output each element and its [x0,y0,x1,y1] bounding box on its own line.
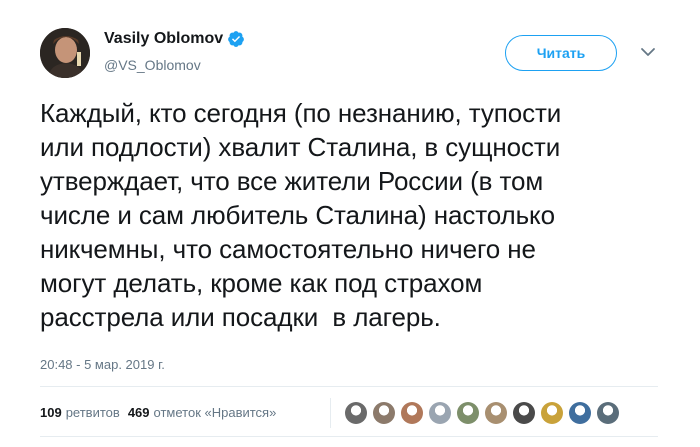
liker-avatar[interactable] [429,402,451,424]
liker-avatar[interactable] [569,402,591,424]
divider-top [40,386,658,387]
retweets-count: 109 [40,405,62,420]
retweets-stat[interactable]: 109 ретвитов [40,405,120,420]
divider-bottom [40,436,658,437]
likes-count: 469 [127,405,150,420]
chevron-down-icon[interactable] [640,46,656,58]
engagement-stats: 109 ретвитов 469 отметок «Нравится» [40,405,284,420]
retweets-label: ретвитов [65,405,120,420]
likes-label: отметок «Нравится» [153,405,277,420]
tweet-text: Каждый, кто сегодня (по незнанию, тупост… [40,98,562,332]
liker-avatar[interactable] [485,402,507,424]
liker-avatar[interactable] [345,402,367,424]
liker-avatars [345,402,625,424]
tweet-timestamp[interactable]: 20:48 - 5 мар. 2019 г. [40,357,165,372]
author-name[interactable]: Vasily Oblomov [104,30,223,48]
author-handle[interactable]: @VS_Oblomov [104,57,201,73]
follow-button[interactable]: Читать [505,35,617,71]
likes-stat[interactable]: 469 отметок «Нравится» [128,405,277,420]
author-avatar[interactable] [40,28,90,78]
liker-avatar[interactable] [513,402,535,424]
liker-avatar[interactable] [373,402,395,424]
liker-avatar[interactable] [457,402,479,424]
liker-avatar[interactable] [541,402,563,424]
verified-badge-icon [227,30,245,48]
stats-separator [330,398,331,428]
liker-avatar[interactable] [597,402,619,424]
liker-avatar[interactable] [401,402,423,424]
author-name-row: Vasily Oblomov [104,30,245,48]
